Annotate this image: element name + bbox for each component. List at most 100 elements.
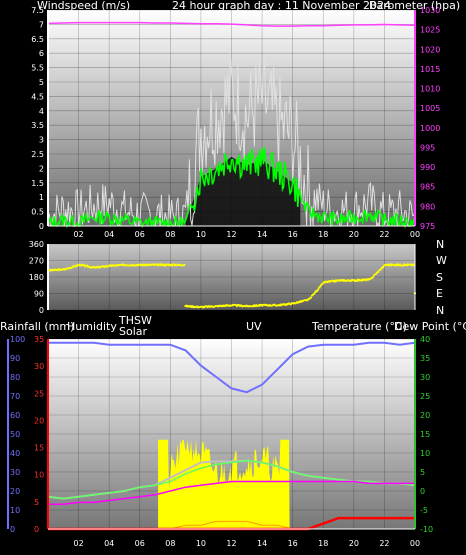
mid-y-tick: 360	[29, 240, 44, 249]
mid-y-tick: 0	[39, 306, 44, 315]
top-x-tick: 12	[226, 230, 236, 239]
bottom-humidity-tick: 20	[10, 487, 20, 496]
top-y-left-tick: 4.5	[31, 92, 44, 101]
bottom-temp-tick: 30	[420, 373, 430, 382]
direction-point	[313, 293, 316, 295]
top-y-right-tick: 1015	[420, 65, 440, 74]
direction-point	[183, 264, 186, 266]
bottom-humidity-tick: 90	[10, 354, 20, 363]
top-y-right-tick: 1010	[420, 85, 440, 94]
bottom-x-tick: 08	[165, 539, 175, 548]
top-x-tick: 06	[135, 230, 145, 239]
bottom-rain-tick: 0	[34, 525, 39, 534]
weather-graphs: 7.576.565.554.543.532.521.510.5010301025…	[0, 0, 466, 548]
top-x-tick: 00	[410, 230, 420, 239]
top-y-left-tick: 4	[39, 107, 44, 116]
bottom-rain-tick: 10	[34, 471, 44, 480]
top-x-tick: 02	[73, 230, 83, 239]
bottom-temp-tick: 20	[420, 411, 430, 420]
bottom-rain-tick: 35	[34, 335, 44, 344]
bottom-temp-tick: 0	[420, 487, 425, 496]
top-y-left-tick: 2.5	[31, 150, 44, 159]
direction-point	[375, 273, 377, 275]
top-title-left: Windspeed (m/s)	[37, 0, 131, 12]
bottom-temp-tick: 35	[420, 354, 430, 363]
top-y-right-tick: 1005	[420, 104, 440, 113]
top-y-left-tick: 0.5	[31, 208, 44, 217]
bottom-humidity-tick: 70	[10, 392, 20, 401]
top-y-left-tick: 5.5	[31, 64, 44, 73]
bottom-temp-tick: -10	[420, 525, 433, 534]
bottom-humidity-tick: 10	[10, 506, 20, 515]
top-y-left-tick: 1.5	[31, 179, 44, 188]
mid-y-tick: 180	[29, 273, 44, 282]
bottom-temp-tick: 15	[420, 430, 430, 439]
top-y-right-tick: 980	[420, 202, 435, 211]
bottom-x-tick: 10	[196, 539, 206, 548]
top-y-right-tick: 990	[420, 163, 435, 172]
bottom-humidity-tick: 40	[10, 449, 20, 458]
bottom-humidity-tick: 80	[10, 373, 20, 382]
bottom-humidity-tick: 50	[10, 430, 20, 439]
top-title-right: Barometer (hpa)	[369, 0, 461, 12]
direction-label-n-bottom: N	[436, 304, 445, 317]
bottom-rain-tick: 20	[34, 416, 44, 425]
bottom-humidity-tick: 60	[10, 411, 20, 420]
top-y-left-tick: 6.5	[31, 35, 44, 44]
top-y-left-tick: 1	[39, 193, 44, 202]
direction-label-w: W	[436, 254, 447, 267]
top-y-left-tick: 3	[39, 136, 44, 145]
top-x-tick: 20	[349, 230, 359, 239]
bottom-x-tick: 00	[410, 539, 420, 548]
top-y-left-tick: 7	[39, 20, 44, 29]
bottom-temp-tick: 40	[420, 335, 430, 344]
top-y-right-tick: 1000	[420, 124, 440, 133]
bottom-humidity-tick: 0	[10, 525, 15, 534]
bottom-x-tick: 06	[135, 539, 145, 548]
top-y-right-tick: 1020	[420, 45, 440, 54]
direction-label-n-top: N	[436, 238, 445, 251]
legend-solar: Solar	[119, 325, 148, 338]
top-x-tick: 16	[288, 230, 298, 239]
top-y-right-tick: 985	[420, 183, 435, 192]
top-x-tick: 14	[257, 230, 267, 239]
bottom-humidity-tick: 100	[10, 335, 25, 344]
direction-point	[308, 298, 311, 300]
bottom-temp-tick: 5	[420, 468, 425, 477]
bottom-temp-tick: 10	[420, 449, 430, 458]
top-x-tick: 10	[196, 230, 206, 239]
bottom-x-tick: 20	[349, 539, 359, 548]
legend-dew-point: Dew Point (°C)	[394, 320, 466, 333]
top-y-left-tick: 3.5	[31, 121, 44, 130]
bottom-x-tick: 22	[379, 539, 389, 548]
bottom-x-tick: 02	[73, 539, 83, 548]
top-y-right-tick: 975	[420, 222, 435, 231]
direction-point	[310, 296, 312, 299]
bottom-x-tick: 14	[257, 539, 267, 548]
direction-point	[377, 271, 380, 273]
top-title-center: 24 hour graph day : 11 November 2024	[172, 0, 392, 12]
legend-uv: UV	[246, 320, 262, 333]
top-x-tick: 18	[318, 230, 328, 239]
bottom-x-tick: 16	[288, 539, 298, 548]
bottom-rain-tick: 30	[34, 362, 44, 371]
bottom-humidity-tick: 30	[10, 468, 20, 477]
direction-point	[372, 275, 375, 278]
bottom-x-tick: 04	[104, 539, 114, 548]
legend-humidity: Humidity	[67, 320, 117, 333]
direction-label-e: E	[436, 287, 443, 300]
top-y-left-tick: 0	[39, 222, 44, 231]
bottom-rain-tick: 5	[34, 498, 39, 507]
bottom-rain-tick: 15	[34, 444, 44, 453]
top-y-left-tick: 2	[39, 164, 44, 173]
bottom-rain-tick: 25	[34, 389, 44, 398]
top-x-tick: 22	[379, 230, 389, 239]
bottom-temp-tick: 25	[420, 392, 430, 401]
top-y-left-tick: 6	[39, 49, 44, 58]
top-x-tick: 08	[165, 230, 175, 239]
bottom-x-tick: 18	[318, 539, 328, 548]
top-y-right-tick: 1025	[420, 26, 440, 35]
legend-temperature: Temperature (°C)	[312, 320, 407, 333]
bottom-x-tick: 12	[226, 539, 236, 548]
mid-y-tick: 90	[34, 290, 44, 299]
